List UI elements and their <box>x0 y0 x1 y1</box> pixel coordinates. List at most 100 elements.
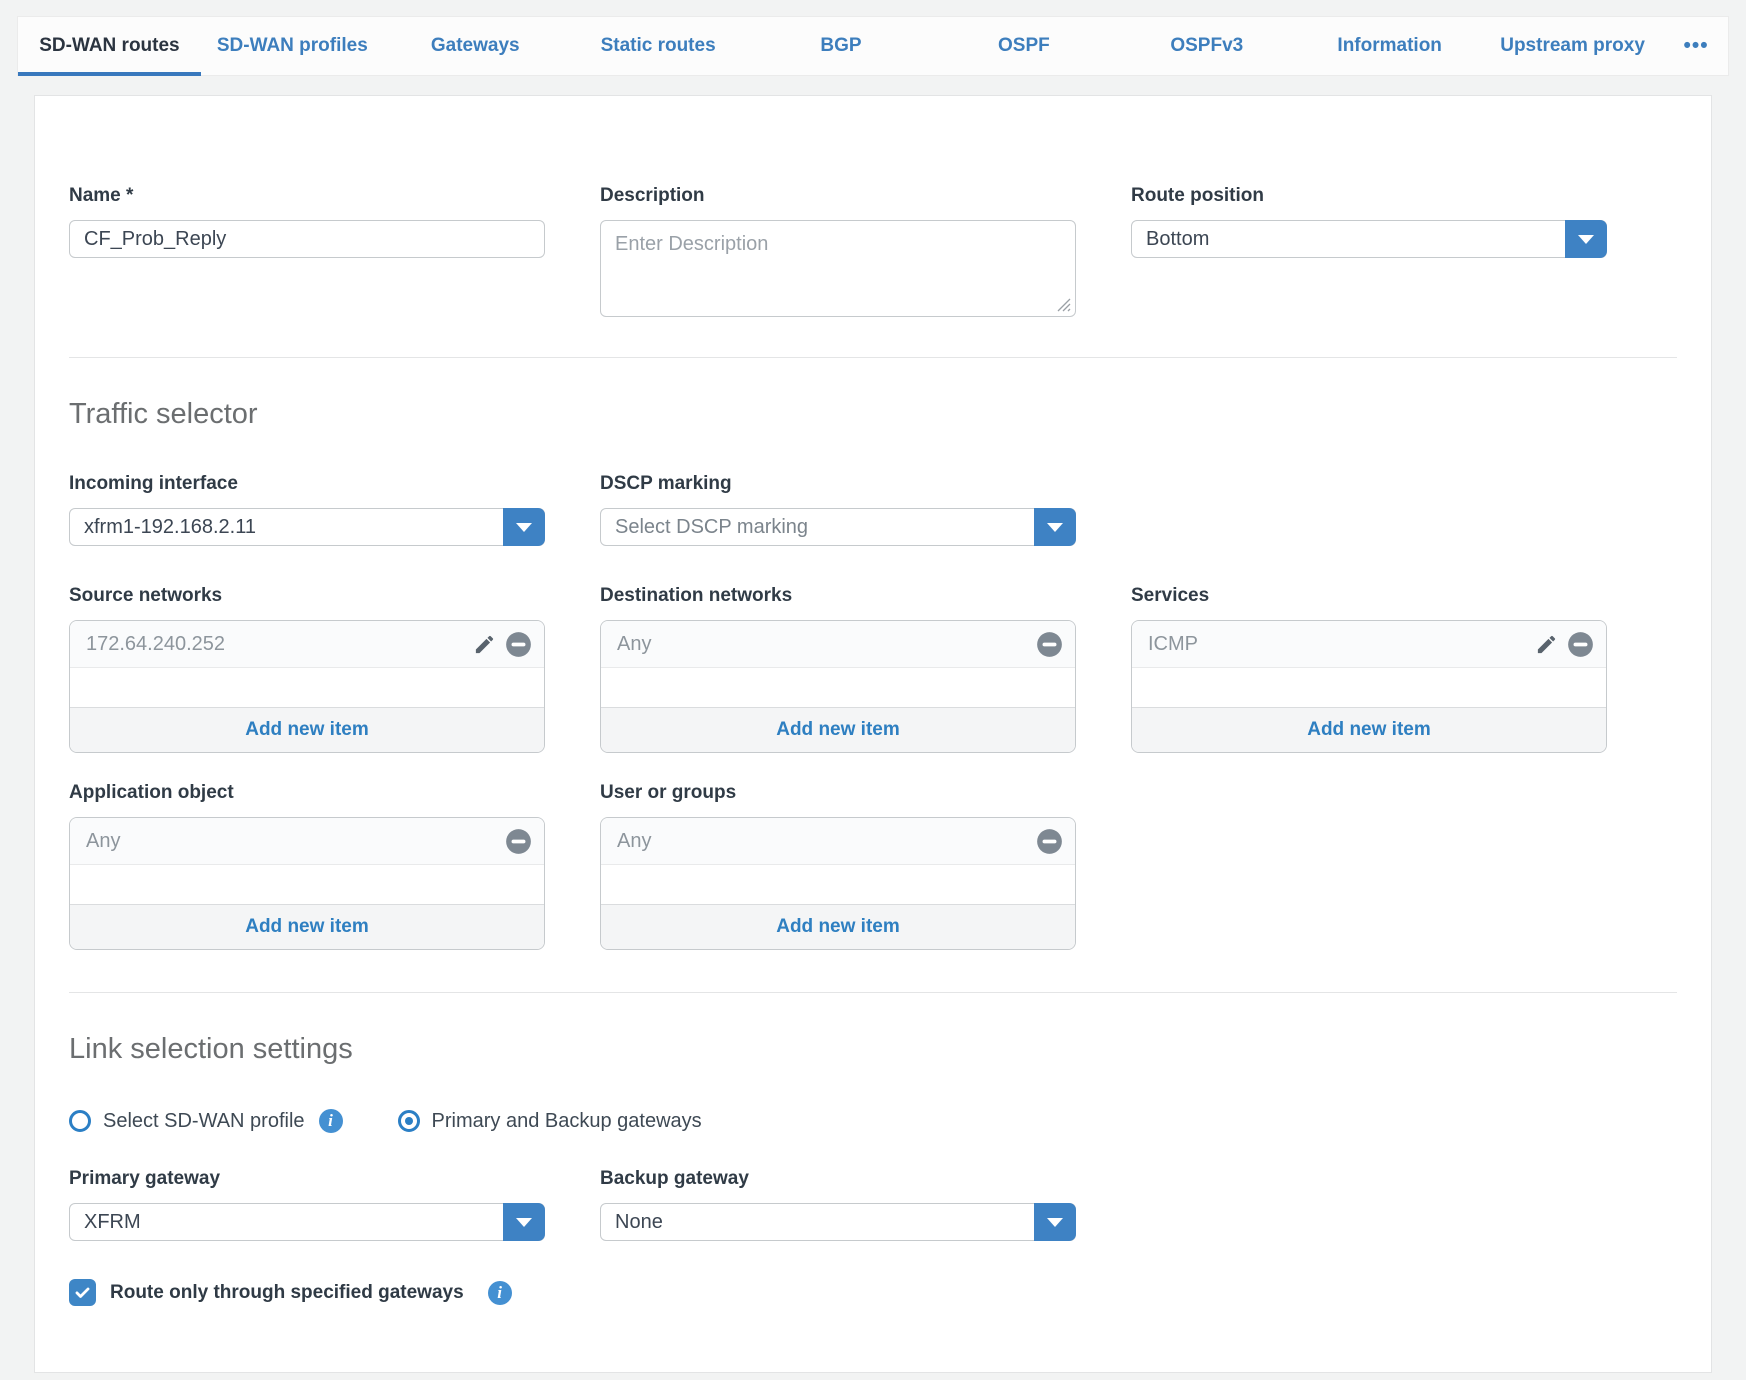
link-selection-radio-group: Select SD-WAN profile i Primary and Back… <box>69 1109 1677 1133</box>
dropdown-button[interactable] <box>1565 220 1607 258</box>
remove-item-button[interactable] <box>1036 631 1063 658</box>
description-label: Description <box>600 184 1076 208</box>
list-item: ICMP <box>1132 621 1606 668</box>
list-item-value: Any <box>617 830 1036 853</box>
application-object-label: Application object <box>69 781 545 805</box>
primary-gateway-value: XFRM <box>84 1211 141 1234</box>
tab-label: Information <box>1337 35 1442 57</box>
tab-gateways[interactable]: Gateways <box>384 17 567 75</box>
more-tabs-button[interactable]: ••• <box>1664 17 1728 75</box>
list-item: Any <box>601 818 1075 865</box>
route-position-field-group: Route position Bottom <box>1131 184 1607 258</box>
resize-handle-icon[interactable] <box>1056 297 1071 312</box>
dropdown-button[interactable] <box>1034 508 1076 546</box>
radio-primary-backup-gateways[interactable] <box>398 1110 420 1132</box>
tab-label: OSPF <box>998 35 1050 57</box>
minus-circle-icon <box>1036 828 1063 855</box>
info-icon[interactable]: i <box>319 1109 343 1133</box>
list-item-value: Any <box>617 633 1036 656</box>
application-object-field-group: Application object Any Add new item <box>69 781 545 950</box>
checkmark-icon <box>73 1283 92 1302</box>
name-input[interactable] <box>69 220 545 258</box>
primary-gateway-select[interactable]: XFRM <box>69 1203 545 1241</box>
dscp-placeholder-value: Select DSCP marking <box>615 516 808 539</box>
dropdown-button[interactable] <box>1034 1203 1076 1241</box>
backup-gateway-field-group: Backup gateway None <box>600 1167 1076 1241</box>
tab-label: Static routes <box>601 35 716 57</box>
ellipsis-icon: ••• <box>1683 34 1708 58</box>
tab-label: SD-WAN profiles <box>217 35 368 57</box>
chevron-down-icon <box>516 1218 532 1227</box>
add-new-item-button[interactable]: Add new item <box>601 707 1075 752</box>
description-placeholder: Enter Description <box>601 221 1075 268</box>
remove-item-button[interactable] <box>505 631 532 658</box>
dscp-select[interactable]: Select DSCP marking <box>600 508 1076 546</box>
destination-networks-field-group: Destination networks Any Add new item <box>600 584 1076 753</box>
interface-dscp-row: Incoming interface xfrm1-192.168.2.11 DS… <box>69 472 1677 546</box>
chevron-down-icon <box>1578 235 1594 244</box>
user-groups-label: User or groups <box>600 781 1076 805</box>
services-label: Services <box>1131 584 1607 608</box>
add-new-item-button[interactable]: Add new item <box>70 904 544 949</box>
minus-circle-icon <box>1567 631 1594 658</box>
networks-services-row: Source networks 172.64.240.252 Add new i… <box>69 584 1677 753</box>
tab-label: OSPFv3 <box>1170 35 1243 57</box>
tab-static-routes[interactable]: Static routes <box>567 17 750 75</box>
tab-label: Gateways <box>431 35 520 57</box>
remove-item-button[interactable] <box>1567 631 1594 658</box>
dscp-field-group: DSCP marking Select DSCP marking <box>600 472 1076 546</box>
application-users-row: Application object Any Add new item User… <box>69 781 1677 950</box>
services-listbox: ICMP Add new item <box>1131 620 1607 753</box>
list-item-value: Any <box>86 830 505 853</box>
tab-information[interactable]: Information <box>1298 17 1481 75</box>
general-settings-row: Name * Description Enter Description Rou… <box>69 184 1677 317</box>
link-selection-heading: Link selection settings <box>69 1031 1677 1067</box>
backup-gateway-select[interactable]: None <box>600 1203 1076 1241</box>
route-position-value: Bottom <box>1146 228 1209 251</box>
services-field-group: Services ICMP Add new item <box>1131 584 1607 753</box>
remove-item-button[interactable] <box>1036 828 1063 855</box>
application-object-listbox: Any Add new item <box>69 817 545 950</box>
tab-sdwan-profiles[interactable]: SD-WAN profiles <box>201 17 384 75</box>
source-networks-listbox: 172.64.240.252 Add new item <box>69 620 545 753</box>
remove-item-button[interactable] <box>505 828 532 855</box>
tab-ospfv3[interactable]: OSPFv3 <box>1115 17 1298 75</box>
info-icon[interactable]: i <box>488 1281 512 1305</box>
tab-label: Upstream proxy <box>1500 35 1645 57</box>
edit-item-button[interactable] <box>473 633 496 656</box>
incoming-interface-field-group: Incoming interface xfrm1-192.168.2.11 <box>69 472 545 546</box>
pencil-icon <box>473 633 496 656</box>
gateways-row: Primary gateway XFRM Backup gateway None <box>69 1167 1677 1241</box>
add-new-item-button[interactable]: Add new item <box>1132 707 1606 752</box>
route-position-select[interactable]: Bottom <box>1131 220 1607 258</box>
tab-label: SD-WAN routes <box>39 35 179 57</box>
sdwan-route-form-card: Name * Description Enter Description Rou… <box>34 95 1712 1373</box>
route-only-label: Route only through specified gateways <box>110 1282 464 1304</box>
minus-circle-icon <box>505 828 532 855</box>
radio-select-sdwan-profile[interactable] <box>69 1110 91 1132</box>
chevron-down-icon <box>1047 523 1063 532</box>
list-item-value: 172.64.240.252 <box>86 633 473 656</box>
add-new-item-button[interactable]: Add new item <box>70 707 544 752</box>
incoming-interface-select[interactable]: xfrm1-192.168.2.11 <box>69 508 545 546</box>
tab-bgp[interactable]: BGP <box>750 17 933 75</box>
minus-circle-icon <box>1036 631 1063 658</box>
tab-ospf[interactable]: OSPF <box>932 17 1115 75</box>
minus-circle-icon <box>505 631 532 658</box>
list-item: 172.64.240.252 <box>70 621 544 668</box>
tab-sdwan-routes[interactable]: SD-WAN routes <box>18 17 201 75</box>
edit-item-button[interactable] <box>1535 633 1558 656</box>
dropdown-button[interactable] <box>503 508 545 546</box>
add-new-item-button[interactable]: Add new item <box>601 904 1075 949</box>
list-item: Any <box>601 621 1075 668</box>
description-textarea[interactable]: Enter Description <box>600 220 1076 317</box>
incoming-interface-value: xfrm1-192.168.2.11 <box>84 516 256 539</box>
tab-upstream-proxy[interactable]: Upstream proxy <box>1481 17 1664 75</box>
incoming-interface-label: Incoming interface <box>69 472 545 496</box>
route-only-checkbox[interactable] <box>69 1279 96 1306</box>
list-item-value: ICMP <box>1148 633 1535 656</box>
primary-gateway-label: Primary gateway <box>69 1167 545 1191</box>
route-only-row: Route only through specified gateways i <box>69 1279 1677 1306</box>
source-networks-label: Source networks <box>69 584 545 608</box>
dropdown-button[interactable] <box>503 1203 545 1241</box>
